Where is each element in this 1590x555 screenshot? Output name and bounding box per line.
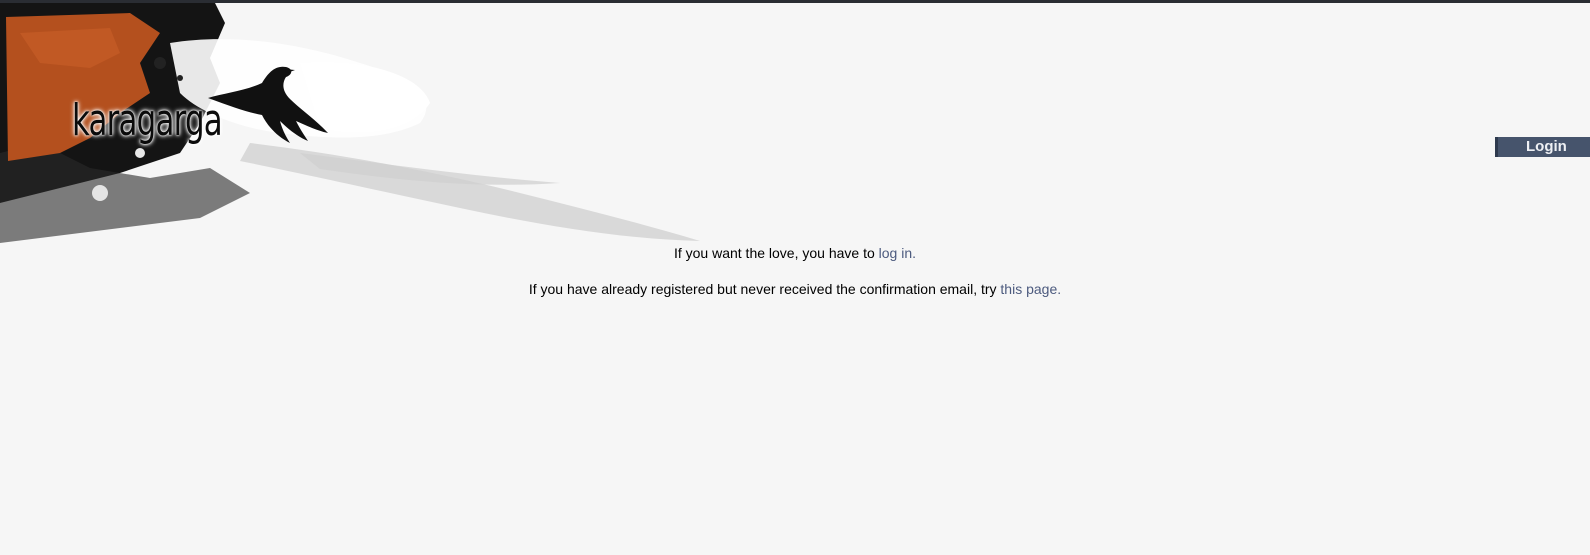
site-logo[interactable]: karagarga <box>72 95 223 146</box>
confirmation-prompt: If you have already registered but never… <box>0 279 1590 299</box>
site-header: karagarga <box>0 3 760 263</box>
log-in-link[interactable]: log in. <box>879 245 916 261</box>
login-button[interactable]: Login <box>1495 137 1590 157</box>
login-prompt: If you want the love, you have to log in… <box>0 243 1590 263</box>
login-prompt-text: If you want the love, you have to <box>673 245 879 261</box>
this-page-link[interactable]: this page. <box>1000 281 1061 297</box>
confirmation-prompt-text: If you have already registered but never… <box>528 281 1001 297</box>
main-content: If you want the love, you have to log in… <box>0 243 1590 299</box>
